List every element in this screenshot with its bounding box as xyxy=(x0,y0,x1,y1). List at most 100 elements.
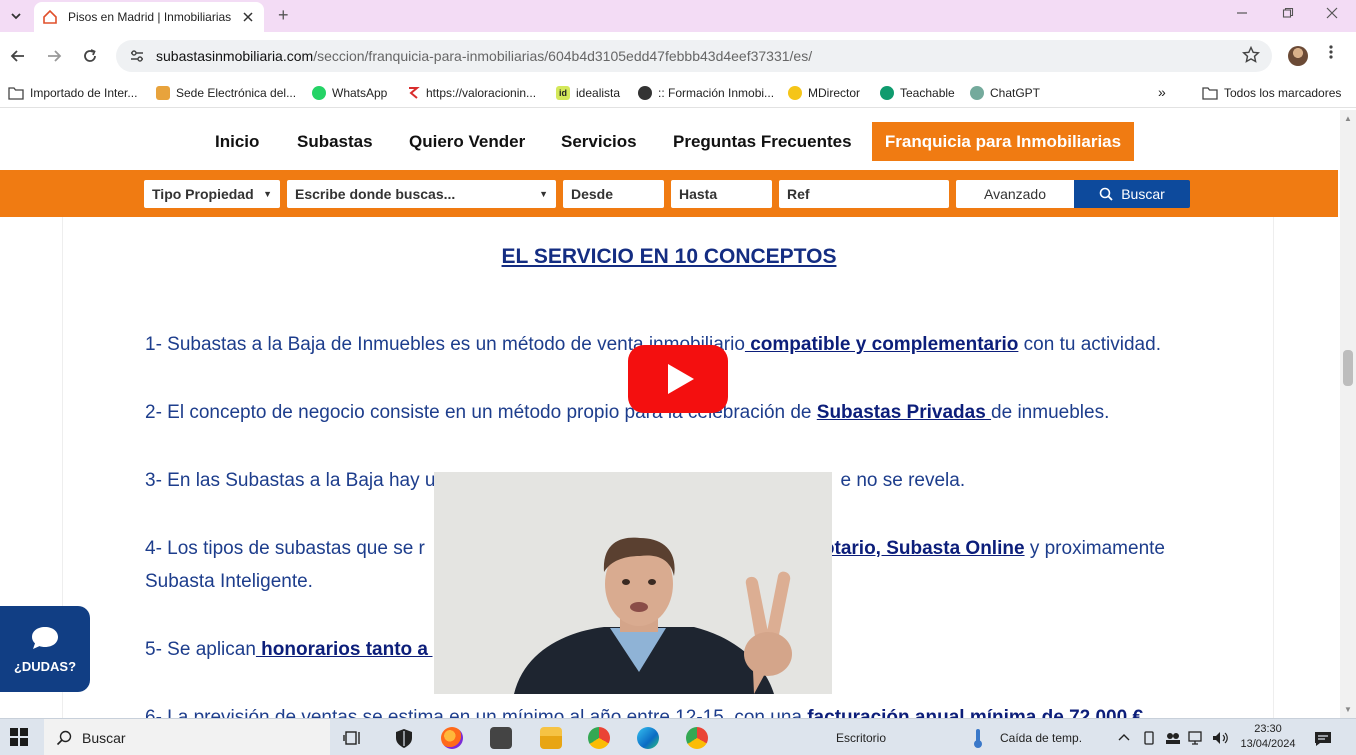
address-bar[interactable]: subastasinmobiliaria.com/seccion/franqui… xyxy=(116,40,1272,72)
taskbar-search-box[interactable]: Buscar xyxy=(44,719,330,755)
page-scrollbar[interactable]: ▲ ▼ xyxy=(1340,110,1356,718)
profile-avatar[interactable] xyxy=(1288,46,1308,66)
valoracion-icon xyxy=(409,87,420,99)
caret-down-icon: ▼ xyxy=(539,189,548,199)
chat-help-widget[interactable]: ¿DUDAS? xyxy=(0,606,90,692)
browser-menu-icon[interactable] xyxy=(1328,44,1334,65)
reload-button[interactable] xyxy=(78,44,102,68)
file-explorer-icon[interactable] xyxy=(540,727,562,749)
bookmark-star-icon[interactable] xyxy=(1241,45,1261,69)
reload-icon xyxy=(84,49,96,62)
link-facturacion[interactable]: facturación anual mínima de 72.000 € xyxy=(807,707,1143,718)
folder-icon xyxy=(1202,87,1218,100)
bookmark-sede[interactable]: Sede Electrónica del... xyxy=(156,86,296,100)
play-icon xyxy=(668,364,694,394)
advanced-search-button[interactable]: Avanzado xyxy=(956,180,1074,208)
arrow-left-icon xyxy=(10,50,24,62)
url-path: /seccion/franquicia-para-inmobiliarias/6… xyxy=(313,48,813,64)
globe-icon xyxy=(638,86,652,100)
tab-title: Pisos en Madrid | Inmobiliarias xyxy=(68,10,232,24)
bookmark-folder-imported[interactable]: Importado de Inter... xyxy=(8,86,137,100)
nav-franquicia-active[interactable]: Franquicia para Inmobiliarias xyxy=(872,122,1134,161)
location-search-select[interactable]: Escribe donde buscas... ▼ xyxy=(287,180,556,208)
bookmark-idealista[interactable]: id idealista xyxy=(556,86,620,100)
whatsapp-icon xyxy=(312,86,326,100)
tab-search-dropdown[interactable] xyxy=(6,6,26,26)
tab-strip: Pisos en Madrid | Inmobiliarias + xyxy=(0,0,1356,32)
link-honorarios[interactable]: honorarios tanto a p xyxy=(256,639,445,660)
price-to-input[interactable]: Hasta xyxy=(671,180,772,208)
thermometer-icon xyxy=(970,727,986,749)
nav-servicios[interactable]: Servicios xyxy=(561,132,637,152)
bookmarks-overflow-button[interactable]: » xyxy=(1158,84,1166,100)
search-icon xyxy=(56,730,72,745)
all-bookmarks-folder[interactable]: Todos los marcadores xyxy=(1202,86,1341,100)
edge-icon[interactable] xyxy=(637,727,659,749)
price-from-input[interactable]: Desde xyxy=(563,180,664,208)
close-window-icon[interactable] xyxy=(1326,6,1338,22)
weather-widget[interactable]: Caída de temp. xyxy=(1000,731,1082,745)
tray-device-icon[interactable] xyxy=(1142,731,1156,748)
browser-tab-active[interactable]: Pisos en Madrid | Inmobiliarias xyxy=(34,2,264,32)
folder-icon xyxy=(8,87,24,100)
minimize-icon[interactable] xyxy=(1236,6,1248,22)
search-submit-button[interactable]: Buscar xyxy=(1074,180,1190,208)
site-settings-icon[interactable] xyxy=(128,47,146,65)
windows-start-icon[interactable] xyxy=(10,728,28,751)
scroll-thumb[interactable] xyxy=(1343,350,1353,386)
main-navigation: Inicio Subastas Quiero Vender Servicios … xyxy=(0,110,1340,170)
back-button[interactable] xyxy=(6,44,30,68)
section-heading: EL SERVICIO EN 10 CONCEPTOS xyxy=(501,245,837,268)
url-host: subastasinmobiliaria.com xyxy=(156,48,314,64)
chrome-profile-icon[interactable] xyxy=(686,727,708,749)
restore-icon[interactable] xyxy=(1282,6,1294,22)
chrome-icon[interactable] xyxy=(588,727,610,749)
chatgpt-icon xyxy=(970,86,984,100)
mdirector-icon xyxy=(788,86,802,100)
nav-subastas[interactable]: Subastas xyxy=(297,132,373,152)
tray-chevron-up-icon[interactable] xyxy=(1118,731,1130,745)
nav-inicio[interactable]: Inicio xyxy=(215,132,259,152)
house-favicon-icon xyxy=(43,9,57,24)
bookmark-mdirector[interactable]: MDirector xyxy=(788,86,860,100)
app-b-icon[interactable] xyxy=(490,727,512,749)
volume-icon[interactable] xyxy=(1212,731,1230,748)
desktop-toolbar-label[interactable]: Escritorio xyxy=(836,731,886,745)
notifications-icon[interactable] xyxy=(1314,731,1332,750)
new-tab-button[interactable]: + xyxy=(278,5,289,26)
tipo-propiedad-select[interactable]: Tipo Propiedad ▼ xyxy=(144,180,280,208)
scroll-up-arrow-icon[interactable]: ▲ xyxy=(1344,114,1352,123)
firefox-icon[interactable] xyxy=(441,727,463,749)
task-view-icon[interactable] xyxy=(342,727,364,749)
network-icon[interactable] xyxy=(1188,731,1206,748)
bookmark-formacion[interactable]: :: Formación Inmobi... xyxy=(638,86,774,100)
nav-quiero-vender[interactable]: Quiero Vender xyxy=(409,132,525,152)
link-compatible[interactable]: compatible y complementario xyxy=(745,334,1018,355)
concept-6: 6- La previsión de ventas se estima en u… xyxy=(145,701,1225,718)
tab-close-icon[interactable] xyxy=(240,9,256,25)
link-subastas-privadas[interactable]: Subastas Privadas xyxy=(817,402,991,423)
bookmark-teachable[interactable]: Teachable xyxy=(880,86,955,100)
scroll-down-arrow-icon[interactable]: ▼ xyxy=(1344,705,1352,714)
presenter-image xyxy=(434,472,832,694)
reference-input[interactable]: Ref xyxy=(779,180,949,208)
webcam-video[interactable] xyxy=(434,472,832,694)
search-icon xyxy=(1099,187,1113,201)
nav-preguntas-frecuentes[interactable]: Preguntas Frecuentes xyxy=(673,132,852,152)
link-subasta-online[interactable]: otario, Subasta Online xyxy=(823,538,1025,559)
system-clock[interactable]: 23:30 13/04/2024 xyxy=(1238,722,1298,752)
tray-people-icon[interactable] xyxy=(1164,731,1182,748)
forward-button[interactable] xyxy=(42,44,66,68)
youtube-play-button[interactable] xyxy=(628,345,728,413)
idealista-icon: id xyxy=(556,86,570,100)
security-shield-icon[interactable] xyxy=(393,727,415,749)
bookmark-chatgpt[interactable]: ChatGPT xyxy=(970,86,1040,100)
windows-taskbar: Buscar Escritorio Caída de temp. 23:30 1… xyxy=(0,718,1356,755)
teachable-icon xyxy=(880,86,894,100)
bookmarks-bar: Importado de Inter... Sede Electrónica d… xyxy=(0,80,1356,108)
bookmark-whatsapp[interactable]: WhatsApp xyxy=(312,86,387,100)
bookmark-valoracion[interactable]: https://valoracionin... xyxy=(406,86,536,100)
chevron-down-icon xyxy=(11,13,21,20)
caret-down-icon: ▼ xyxy=(263,189,272,199)
arrow-right-icon xyxy=(48,50,62,62)
